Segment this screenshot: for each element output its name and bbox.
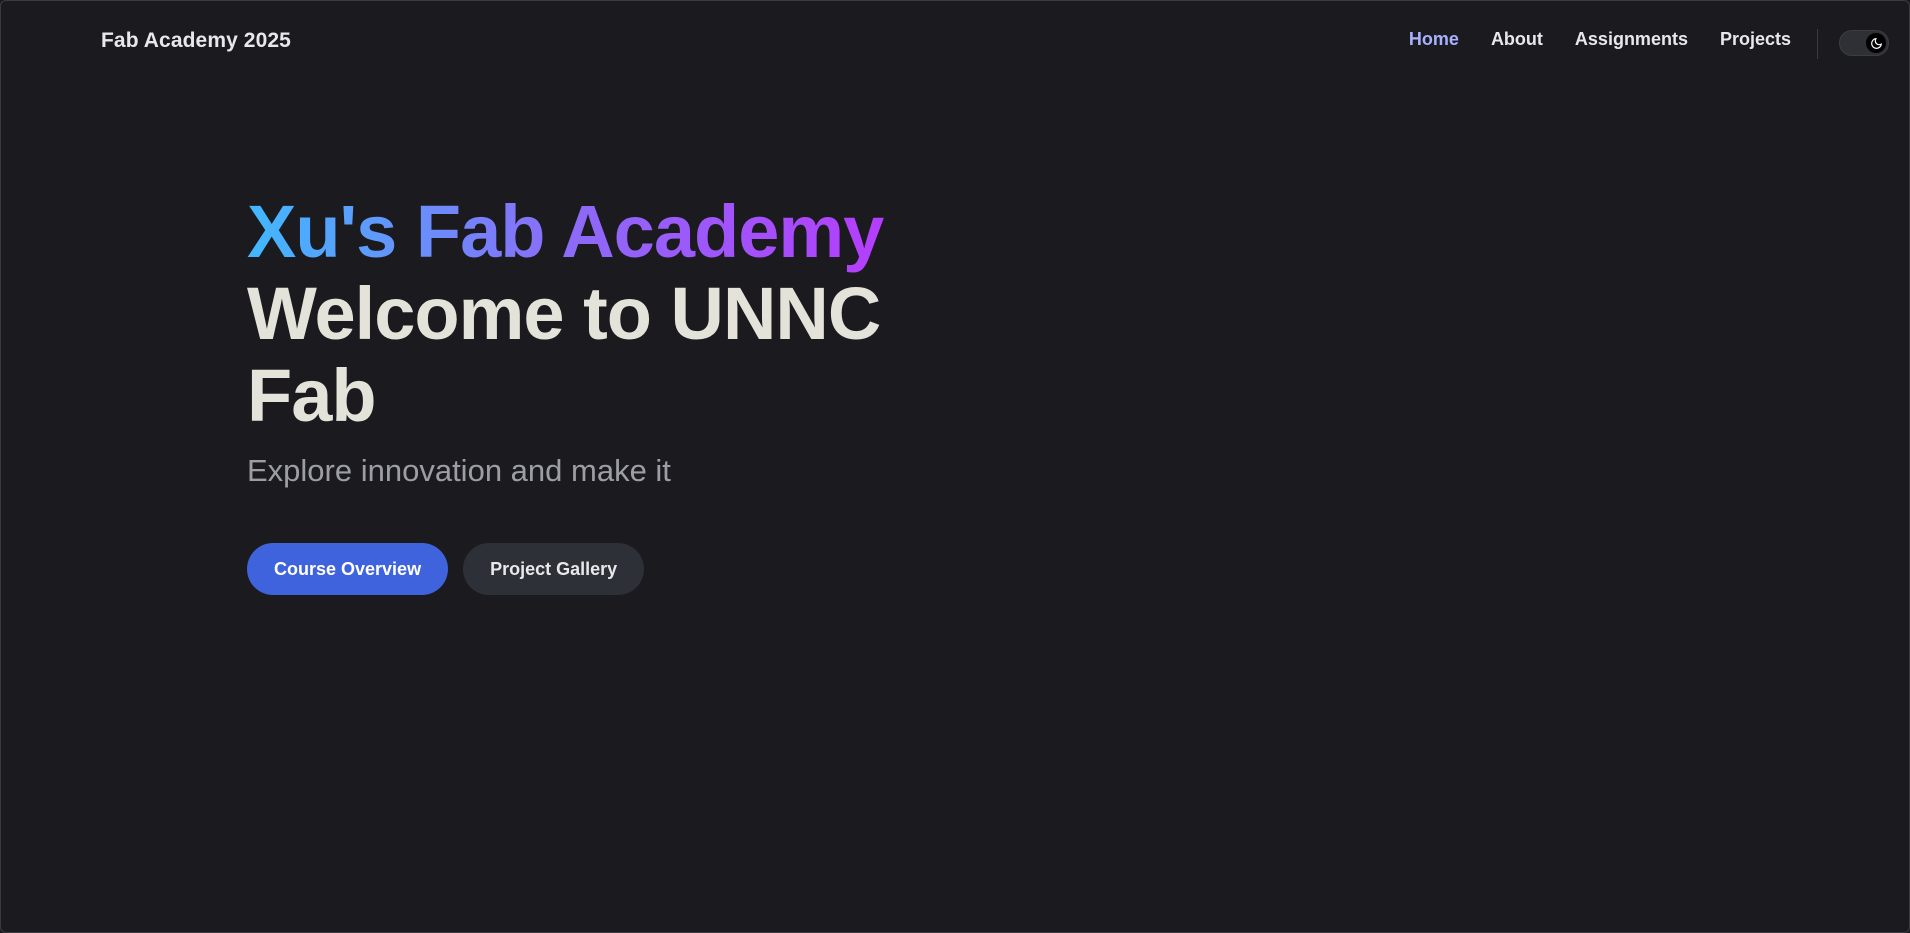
course-overview-button[interactable]: Course Overview	[247, 543, 449, 595]
moon-icon	[1870, 37, 1882, 49]
hero-heading: Xu's Fab Academy Welcome to UNNC Fab	[247, 191, 947, 437]
nav-link-home[interactable]: Home	[1409, 29, 1459, 50]
nav-divider	[1817, 29, 1818, 59]
hero-actions: Course Overview Project Gallery	[247, 543, 645, 595]
hero-text: Welcome to UNNC Fab	[247, 272, 881, 437]
hero-section: Xu's Fab Academy Welcome to UNNC Fab Exp…	[247, 191, 947, 489]
hero-name: Xu's Fab Academy	[247, 191, 947, 273]
theme-toggle-switch[interactable]	[1839, 30, 1889, 56]
nav-link-projects[interactable]: Projects	[1720, 29, 1791, 50]
site-title-link[interactable]: Fab Academy 2025	[101, 29, 291, 53]
nav-link-assignments[interactable]: Assignments	[1575, 29, 1688, 50]
navbar: Fab Academy 2025 Home About Assignments …	[1, 1, 1909, 85]
toggle-knob	[1866, 33, 1886, 53]
nav-links: Home About Assignments Projects	[1409, 29, 1791, 50]
hero-tagline: Explore innovation and make it	[247, 453, 671, 488]
page-frame: Fab Academy 2025 Home About Assignments …	[0, 0, 1910, 933]
nav-link-about[interactable]: About	[1491, 29, 1543, 50]
project-gallery-button[interactable]: Project Gallery	[463, 543, 645, 595]
